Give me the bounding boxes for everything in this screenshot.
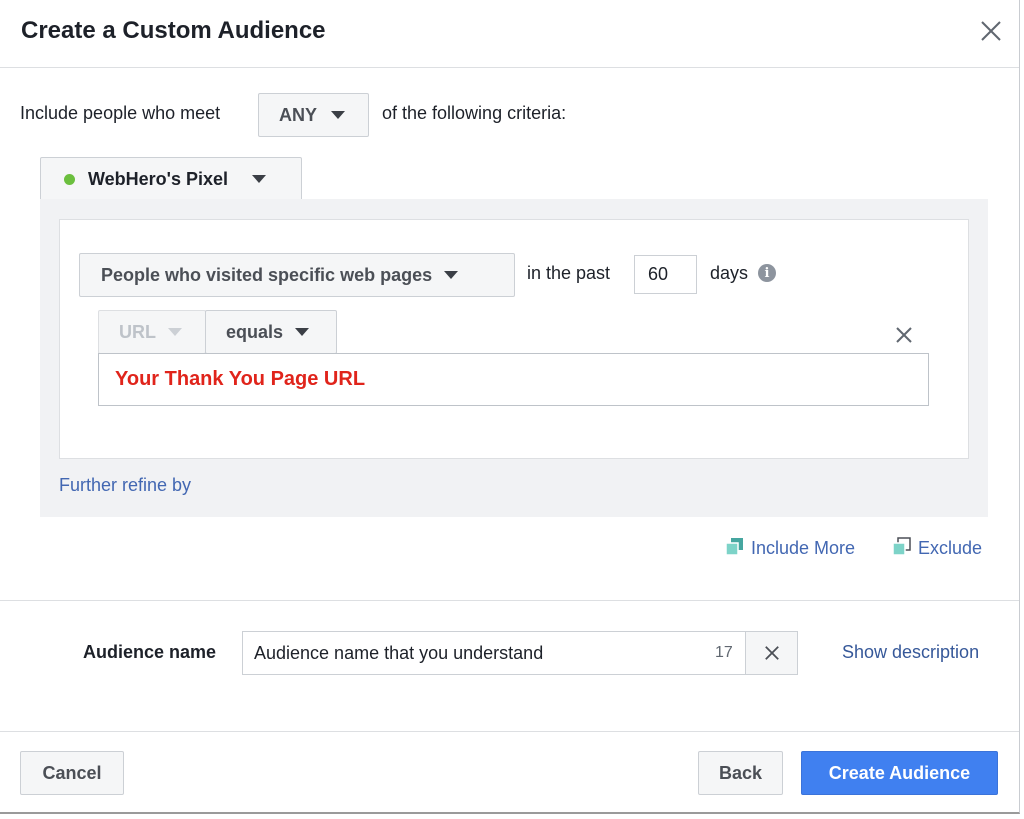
close-icon <box>764 646 779 660</box>
dialog-header: Create a Custom Audience <box>0 0 1019 68</box>
create-custom-audience-dialog: Create a Custom Audience Include people … <box>0 0 1020 814</box>
close-icon <box>981 21 1001 41</box>
pixel-status-icon <box>64 173 75 185</box>
section-divider <box>0 600 1019 601</box>
audience-name-label: Audience name <box>83 642 217 662</box>
caret-down-icon <box>252 175 267 183</box>
footer-divider <box>0 731 1019 732</box>
char-count: 17 <box>715 644 733 661</box>
caret-down-icon <box>331 111 346 119</box>
caret-down-icon <box>168 328 182 336</box>
url-field-dropdown[interactable]: URL <box>98 310 206 354</box>
create-audience-button[interactable]: Create Audience <box>801 751 998 795</box>
close-icon <box>896 327 912 343</box>
rule-card: People who visited specific web pages in… <box>59 219 969 459</box>
match-any-dropdown[interactable]: ANY <box>258 93 369 137</box>
pixel-name: WebHero's Pixel <box>88 168 229 189</box>
match-value: ANY <box>279 104 318 125</box>
exclude-link[interactable]: Exclude <box>918 538 982 559</box>
info-icon[interactable]: i <box>758 264 776 282</box>
show-description-link[interactable]: Show description <box>842 642 979 663</box>
days-label: days <box>710 263 749 283</box>
clear-name-button[interactable] <box>745 632 797 674</box>
caret-down-icon <box>295 328 310 336</box>
include-more-link[interactable]: Include More <box>751 538 855 559</box>
pixel-dropdown[interactable]: WebHero's Pixel <box>40 157 302 201</box>
close-dialog-button[interactable] <box>978 18 1004 44</box>
event-dropdown[interactable]: People who visited specific web pages <box>79 253 515 297</box>
rule-panel: People who visited specific web pages in… <box>40 199 988 517</box>
further-refine-link[interactable]: Further refine by <box>59 475 191 496</box>
criteria-prefix: Include people who meet <box>20 103 221 123</box>
exclude-icon <box>892 537 911 556</box>
caret-down-icon <box>444 271 459 279</box>
cancel-button[interactable]: Cancel <box>20 751 124 795</box>
audience-name-input[interactable] <box>243 632 703 674</box>
criteria-suffix: of the following criteria: <box>382 103 567 123</box>
back-button[interactable]: Back <box>698 751 783 795</box>
operator-label: equals <box>226 321 284 342</box>
remove-rule-button[interactable] <box>895 326 913 344</box>
days-input[interactable]: 60 <box>634 255 697 294</box>
url-value-input[interactable]: Your Thank You Page URL <box>98 353 929 406</box>
in-the-past-label: in the past <box>527 263 611 283</box>
operator-dropdown[interactable]: equals <box>205 310 337 354</box>
audience-name-field: 17 <box>242 631 798 675</box>
include-more-icon <box>725 538 743 556</box>
field-label: URL <box>119 321 156 342</box>
dialog-title: Create a Custom Audience <box>21 17 326 44</box>
event-label: People who visited specific web pages <box>101 264 433 285</box>
